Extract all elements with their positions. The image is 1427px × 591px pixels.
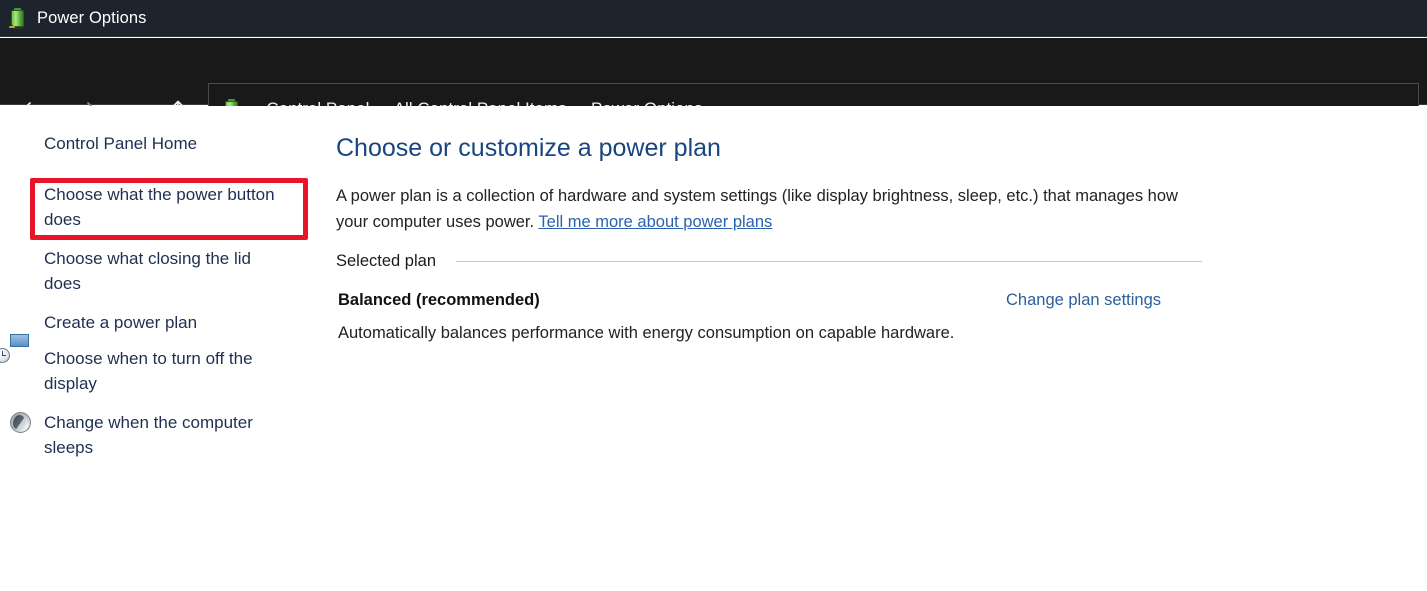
section-divider <box>456 261 1202 262</box>
navigation-bar: › Control Panel › All Control Panel Item… <box>0 38 1427 135</box>
sidebar-item-create-a-power-plan[interactable]: Create a power plan <box>44 310 289 335</box>
change-plan-settings-link[interactable]: Change plan settings <box>1006 291 1161 310</box>
page-description: A power plan is a collection of hardware… <box>336 183 1206 235</box>
selected-plan-label: Selected plan <box>336 252 436 270</box>
tell-me-more-about-power-plans-link[interactable]: Tell me more about power plans <box>538 213 772 231</box>
battery-plug-icon <box>8 7 28 29</box>
sidebar-item-control-panel-home[interactable]: Control Panel Home <box>44 131 289 156</box>
window-title: Power Options <box>37 8 147 27</box>
content-area: Control Panel Home Choose what the power… <box>0 106 1427 591</box>
sleep-moon-icon <box>10 412 32 434</box>
main-panel: Choose or customize a power plan A power… <box>336 106 1427 591</box>
plan-description: Automatically balances performance with … <box>338 324 955 342</box>
sidebar-item-choose-what-the-power-button-does[interactable]: Choose what the power button does <box>44 182 289 232</box>
page-title: Choose or customize a power plan <box>336 134 721 162</box>
sidebar-item-change-when-the-computer-sleeps[interactable]: Change when the computer sleeps <box>44 410 289 460</box>
plan-name: Balanced (recommended) <box>338 291 540 309</box>
window-title-bar: Power Options <box>0 0 1427 37</box>
clock-monitor-icon <box>0 334 32 370</box>
sidebar-item-choose-what-closing-the-lid-does[interactable]: Choose what closing the lid does <box>44 246 289 296</box>
sidebar: Control Panel Home Choose what the power… <box>0 106 320 591</box>
selected-plan-section-header: Selected plan <box>336 252 1202 271</box>
sidebar-item-choose-when-to-turn-off-the-display[interactable]: Choose when to turn off the display <box>44 346 289 396</box>
